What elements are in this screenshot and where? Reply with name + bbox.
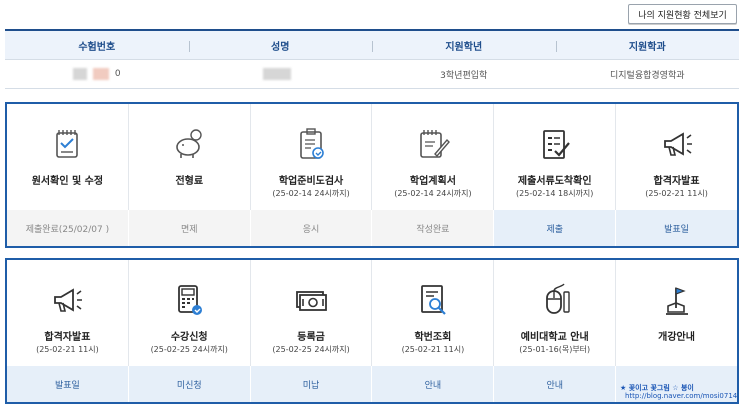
card-subtitle: (25-02-25 24시까지) <box>150 345 228 354</box>
header-department: 지원학과 <box>555 31 740 59</box>
department-value: 디지털융합경영학과 <box>609 70 685 81</box>
card-title: 합격자발표 <box>44 332 91 343</box>
card-application-review[interactable]: 원서확인 및 수정 <box>7 104 129 210</box>
flag-icon <box>665 287 688 315</box>
checklist-icon <box>542 130 570 159</box>
card-fee[interactable]: 전형료 <box>129 104 251 210</box>
watermark-url: http://blog.naver.com/mosi0714 <box>625 392 738 400</box>
status-cell[interactable]: 미납 <box>249 366 372 402</box>
info-header-row: 수험번호 성명 지원학년 지원학과 <box>5 29 739 60</box>
redacted-block <box>263 68 292 80</box>
status-cell[interactable]: 미신청 <box>127 366 250 402</box>
status-cell[interactable]: 제출 <box>493 210 616 246</box>
applicant-info-table: 수험번호 성명 지원학년 지원학과 0 3학년편입학 디지털융합경영학과 <box>5 29 739 89</box>
test-clipboard-icon <box>300 128 324 159</box>
status-cell: 제출완료(25/02/07 ) <box>7 210 128 246</box>
card-subtitle: (25-02-14 18시까지) <box>516 189 594 198</box>
header-name: 성명 <box>188 31 373 59</box>
card-document-arrival[interactable]: 제출서류도착확인 (25-02-14 18시까지) <box>494 104 617 210</box>
money-icon <box>296 291 327 311</box>
card-title: 원서확인 및 수정 <box>31 176 104 187</box>
card-subtitle: (25-02-21 11시) <box>645 189 708 198</box>
card-title: 예비대학교 안내 <box>520 332 589 343</box>
card-student-id-lookup[interactable]: 학번조회 (25-02-21 11시) <box>372 260 495 366</box>
grade-value: 3학년편입학 <box>440 70 488 81</box>
card-title: 개강안내 <box>658 332 695 343</box>
card-readiness-test[interactable]: 학업준비도검사 (25-02-14 24시까지) <box>251 104 373 210</box>
redacted-block <box>92 68 109 80</box>
card-tuition[interactable]: 등록금 (25-02-25 24시까지) <box>251 260 373 366</box>
status-cell[interactable]: 안내 <box>493 366 616 402</box>
header-exam-number: 수험번호 <box>78 41 116 53</box>
status-cell: 응시 <box>249 210 372 246</box>
status-cell: 면제 <box>127 210 250 246</box>
calculator-icon <box>178 285 203 315</box>
card-title: 학업준비도검사 <box>278 176 344 187</box>
card-results-announcement[interactable]: 합격자발표 (25-02-21 11시) <box>616 104 737 210</box>
status-cell: 작성완료 <box>371 210 494 246</box>
card-course-registration[interactable]: 수강신청 (25-02-25 24시까지) <box>129 260 251 366</box>
card-study-plan[interactable]: 학업계획서 (25-02-14 24시까지) <box>372 104 495 210</box>
redacted-block <box>72 68 87 80</box>
exam-number-suffix: 0 <box>114 69 121 79</box>
header-grade: 지원학년 <box>372 31 556 59</box>
card-subtitle: (25-02-21 11시) <box>36 345 99 354</box>
card-subtitle: (25-02-14 24시까지) <box>272 189 350 198</box>
card-subtitle: (25-02-14 24시까지) <box>394 189 472 198</box>
notepad-pencil-icon <box>420 130 450 158</box>
status-cell[interactable]: 안내 <box>371 366 494 402</box>
piggy-bank-icon <box>176 129 202 158</box>
status-cell[interactable]: 발표일 <box>615 210 737 246</box>
card-pre-university-guide[interactable]: 예비대학교 안내 (25-01-16(목)부터) <box>494 260 617 366</box>
card-title: 등록금 <box>297 332 325 343</box>
megaphone-icon <box>54 288 83 312</box>
info-value-row: 0 3학년편입학 디지털융합경영학과 <box>5 60 739 89</box>
card-subtitle: (25-01-16(목)부터) <box>519 345 591 354</box>
application-steps-panel: 원서확인 및 수정 전형료 학업준비도검사 (25-02-14 24시까지) 학… <box>5 102 739 248</box>
card-title: 학번조회 <box>414 332 452 343</box>
clipboard-check-icon <box>56 130 79 158</box>
card-title: 전형료 <box>175 176 204 187</box>
megaphone-icon <box>663 132 692 156</box>
status-row: 제출완료(25/02/07 ) 면제 응시 작성완료 제출 발표일 <box>7 210 737 246</box>
card-title: 학업계획서 <box>409 176 456 187</box>
card-title: 수강신청 <box>170 332 208 343</box>
card-title: 제출서류도착확인 <box>517 176 592 187</box>
mouse-icon <box>545 283 570 314</box>
card-subtitle: (25-02-21 11시) <box>401 345 465 354</box>
card-subtitle: (25-02-25 24시까지) <box>272 345 350 354</box>
status-cell[interactable]: 발표일 <box>7 366 128 402</box>
card-results-announcement[interactable]: 합격자발표 (25-02-21 11시) <box>7 260 129 366</box>
id-search-icon <box>420 285 446 315</box>
card-semester-start[interactable]: 개강안내 <box>616 260 737 366</box>
name-value <box>189 60 373 88</box>
card-title: 합격자발표 <box>653 176 700 187</box>
exam-number-value: 0 <box>5 60 189 88</box>
view-all-applications-button[interactable]: 나의 지원현황 전체보기 <box>628 4 737 24</box>
